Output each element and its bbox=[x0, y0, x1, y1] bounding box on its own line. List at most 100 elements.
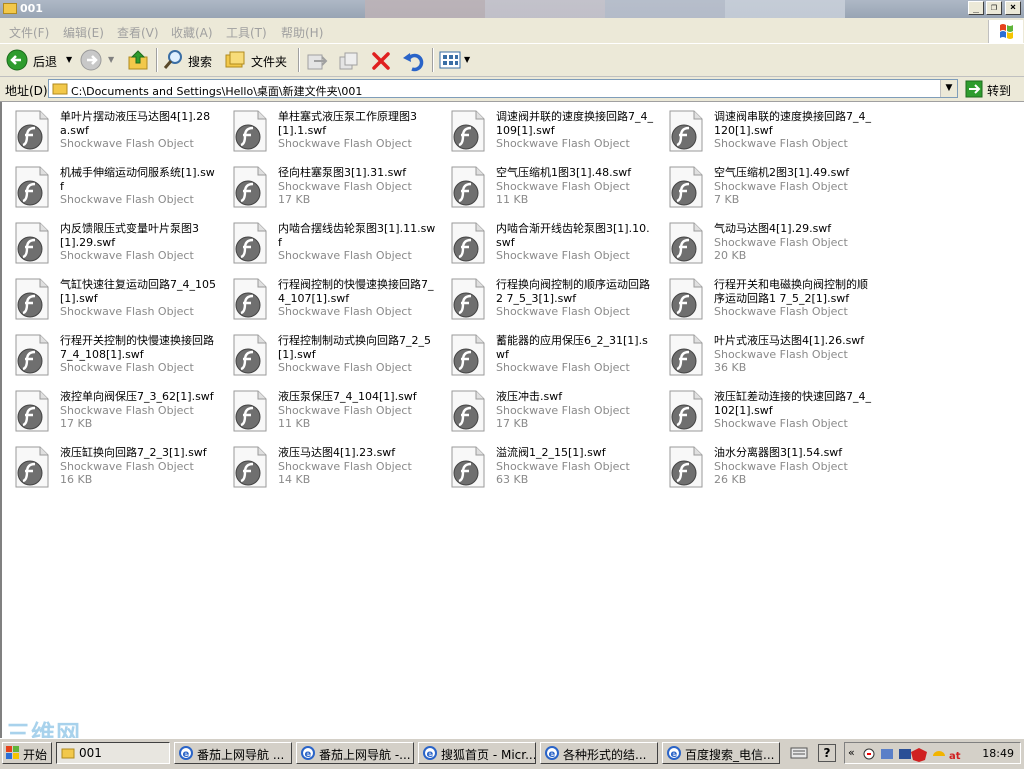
file-item[interactable]: 空气压缩机2图3[1].49.swf Shockwave Flash Object… bbox=[656, 162, 872, 216]
file-type: Shockwave Flash Object bbox=[60, 193, 194, 206]
file-item[interactable]: 单柱塞式液压泵工作原理图3[1].1.swf Shockwave Flash Ob… bbox=[220, 106, 436, 160]
file-type: Shockwave Flash Object bbox=[496, 249, 630, 262]
menu-help[interactable]: 帮助(H) bbox=[281, 24, 323, 41]
maximize-button[interactable]: ❐ bbox=[986, 1, 1002, 15]
file-size: 11 KB bbox=[496, 193, 529, 206]
file-type: Shockwave Flash Object bbox=[496, 305, 630, 318]
start-button[interactable]: 开始 bbox=[2, 742, 52, 764]
go-arrow-icon bbox=[965, 80, 983, 98]
file-item[interactable]: 蓄能器的应用保压6_2_31[1].swf Shockwave Flash Obj… bbox=[438, 330, 654, 384]
file-item[interactable]: 调速阀并联的速度换接回路7_4_109[1].swf Shockwave Flas… bbox=[438, 106, 654, 160]
minimize-button[interactable]: _ bbox=[968, 1, 984, 15]
taskbar-button[interactable]: e 搜狐首页 - Micr... bbox=[418, 742, 536, 764]
system-tray: « ati 18:49 bbox=[844, 742, 1021, 764]
back-arrow-icon bbox=[6, 49, 28, 71]
file-name: 调速阀串联的速度换接回路7_4_120[1].swf bbox=[714, 110, 871, 137]
tray-icons: ati bbox=[863, 748, 961, 762]
menu-edit[interactable]: 编辑(E) bbox=[63, 24, 104, 41]
taskbar-button-label: 搜狐首页 - Micr... bbox=[441, 748, 536, 762]
taskbar-button[interactable]: e 百度搜索_电信... bbox=[662, 742, 780, 764]
file-item[interactable]: 液压缸换向回路7_2_3[1].swf Shockwave Flash Objec… bbox=[2, 442, 218, 496]
address-input[interactable]: C:\Documents and Settings\Hello\桌面\新建文件夹… bbox=[48, 79, 958, 98]
file-item[interactable]: 液压冲击.swf Shockwave Flash Object 17 KB bbox=[438, 386, 654, 440]
address-dropdown-icon[interactable]: ▼ bbox=[940, 80, 957, 97]
delete-icon[interactable] bbox=[370, 50, 392, 72]
keyboard-icon[interactable] bbox=[790, 745, 808, 761]
views-button[interactable]: ▼ bbox=[438, 50, 474, 70]
menu-file[interactable]: 文件(F) bbox=[9, 24, 49, 41]
back-dropdown-icon[interactable]: ▼ bbox=[66, 55, 72, 64]
menu-view[interactable]: 查看(V) bbox=[117, 24, 159, 41]
back-button[interactable]: 后退 ▼ bbox=[4, 48, 74, 72]
folders-button[interactable]: 文件夹 bbox=[222, 48, 292, 72]
taskbar-button[interactable]: 001 bbox=[56, 742, 170, 764]
undo-icon[interactable] bbox=[402, 50, 426, 72]
file-size: 36 KB bbox=[714, 361, 747, 374]
file-name: 径向柱塞泵图3[1].31.swf bbox=[278, 166, 407, 179]
file-name: 行程换向阀控制的顺序运动回路2 7_5_3[1].swf bbox=[496, 278, 650, 305]
taskbar-button[interactable]: e 各种形式的结... bbox=[540, 742, 658, 764]
file-item[interactable]: 径向柱塞泵图3[1].31.swf Shockwave Flash Object 1… bbox=[220, 162, 436, 216]
address-label: 地址(D) bbox=[5, 84, 48, 98]
file-size: 17 KB bbox=[278, 193, 311, 206]
file-item[interactable]: 气缸快速往复运动回路7_4_105[1].swf Shockwave Flash … bbox=[2, 274, 218, 328]
views-dropdown-icon[interactable]: ▼ bbox=[464, 55, 470, 64]
file-item[interactable]: 液压缸差动连接的快速回路7_4_102[1].swf Shockwave Flas… bbox=[656, 386, 872, 440]
window-title: 001 bbox=[20, 2, 43, 15]
go-button[interactable]: 转到 bbox=[963, 79, 1021, 99]
file-item[interactable]: 调速阀串联的速度换接回路7_4_120[1].swf Shockwave Flas… bbox=[656, 106, 872, 160]
file-list[interactable]: 单叶片摆动液压马达图4[1].28a.swf Shockwave Flash Ob… bbox=[0, 102, 1024, 738]
forward-dropdown-icon[interactable]: ▼ bbox=[108, 55, 114, 64]
file-item[interactable]: 内啮合渐开线齿轮泵图3[1].10.swf Shockwave Flash Obj… bbox=[438, 218, 654, 272]
file-type: Shockwave Flash Object bbox=[278, 361, 412, 374]
file-item[interactable]: 行程阀控制的快慢速换接回路7_4_107[1].swf Shockwave Fla… bbox=[220, 274, 436, 328]
file-type: Shockwave Flash Object bbox=[278, 137, 412, 150]
file-name: 行程开关和电磁换向阀控制的顺序运动回路1 7_5_2[1].swf bbox=[714, 278, 868, 305]
file-name: 调速阀并联的速度换接回路7_4_109[1].swf bbox=[496, 110, 653, 137]
move-to-icon[interactable] bbox=[306, 51, 328, 71]
folders-icon bbox=[225, 51, 245, 68]
menu-favorites[interactable]: 收藏(A) bbox=[171, 24, 213, 41]
file-item[interactable]: 行程开关控制的快慢速换接回路7_4_108[1].swf Shockwave Fl… bbox=[2, 330, 218, 384]
file-name: 液压冲击.swf bbox=[496, 390, 563, 403]
file-item[interactable]: 液压马达图4[1].23.swf Shockwave Flash Object 14… bbox=[220, 442, 436, 496]
file-item[interactable]: 内啮合摆线齿轮泵图3[1].11.swf Shockwave Flash Obje… bbox=[220, 218, 436, 272]
forward-button[interactable]: ▼ bbox=[78, 48, 120, 72]
file-item[interactable]: 空气压缩机1图3[1].48.swf Shockwave Flash Object… bbox=[438, 162, 654, 216]
tray-expand-icon[interactable]: « bbox=[848, 746, 855, 759]
file-item[interactable]: 行程控制制动式换向回路7_2_5[1].swf Shockwave Flash O… bbox=[220, 330, 436, 384]
file-item[interactable]: 单叶片摆动液压马达图4[1].28a.swf Shockwave Flash Ob… bbox=[2, 106, 218, 160]
search-button[interactable]: 搜索 bbox=[160, 48, 216, 72]
file-size: 11 KB bbox=[278, 417, 311, 430]
flash-file-icon bbox=[669, 278, 703, 320]
ie-icon: e bbox=[423, 746, 437, 760]
flash-file-icon bbox=[669, 446, 703, 488]
help-icon[interactable]: ? bbox=[818, 744, 836, 762]
file-item[interactable]: 气动马达图4[1].29.swf Shockwave Flash Object 20… bbox=[656, 218, 872, 272]
file-item[interactable]: 机械手伸缩运动伺服系统[1].swf Shockwave Flash Object bbox=[2, 162, 218, 216]
file-type: Shockwave Flash Object bbox=[278, 179, 412, 193]
file-item[interactable]: 行程开关和电磁换向阀控制的顺序运动回路1 7_5_2[1].swf Shockwa… bbox=[656, 274, 872, 328]
flash-file-icon bbox=[451, 222, 485, 264]
file-item[interactable]: 叶片式液压马达图4[1].26.swf Shockwave Flash Objec… bbox=[656, 330, 872, 384]
taskbar-button[interactable]: e 番茄上网导航 -... bbox=[296, 742, 414, 764]
file-item[interactable]: 液压泵保压7_4_104[1].swf Shockwave Flash Objec… bbox=[220, 386, 436, 440]
up-folder-button[interactable] bbox=[126, 48, 150, 72]
close-button[interactable]: × bbox=[1005, 1, 1021, 15]
start-label: 开始 bbox=[23, 748, 48, 762]
file-item[interactable]: 油水分离器图3[1].54.swf Shockwave Flash Object 2… bbox=[656, 442, 872, 496]
file-name: 内啮合摆线齿轮泵图3[1].11.swf bbox=[278, 222, 436, 249]
copy-to-icon[interactable] bbox=[338, 51, 360, 71]
file-name: 液压马达图4[1].23.swf bbox=[278, 446, 396, 459]
up-folder-icon bbox=[128, 50, 148, 70]
title-bar[interactable]: 001 _ ❐ × bbox=[0, 0, 1024, 18]
file-item[interactable]: 液控单向阀保压7_3_62[1].swf Shockwave Flash Obje… bbox=[2, 386, 218, 440]
file-size: 20 KB bbox=[714, 249, 747, 262]
file-item[interactable]: 行程换向阀控制的顺序运动回路2 7_5_3[1].swf Shockwave Fl… bbox=[438, 274, 654, 328]
menu-tools[interactable]: 工具(T) bbox=[226, 24, 267, 41]
folder-icon bbox=[52, 83, 68, 95]
taskbar-button[interactable]: e 番茄上网导航 ... bbox=[174, 742, 292, 764]
file-name: 行程开关控制的快慢速换接回路7_4_108[1].swf bbox=[60, 334, 214, 361]
file-item[interactable]: 溢流阀1_2_15[1].swf Shockwave Flash Object 63… bbox=[438, 442, 654, 496]
file-item[interactable]: 内反馈限压式变量叶片泵图3[1].29.swf Shockwave Flash O… bbox=[2, 218, 218, 272]
